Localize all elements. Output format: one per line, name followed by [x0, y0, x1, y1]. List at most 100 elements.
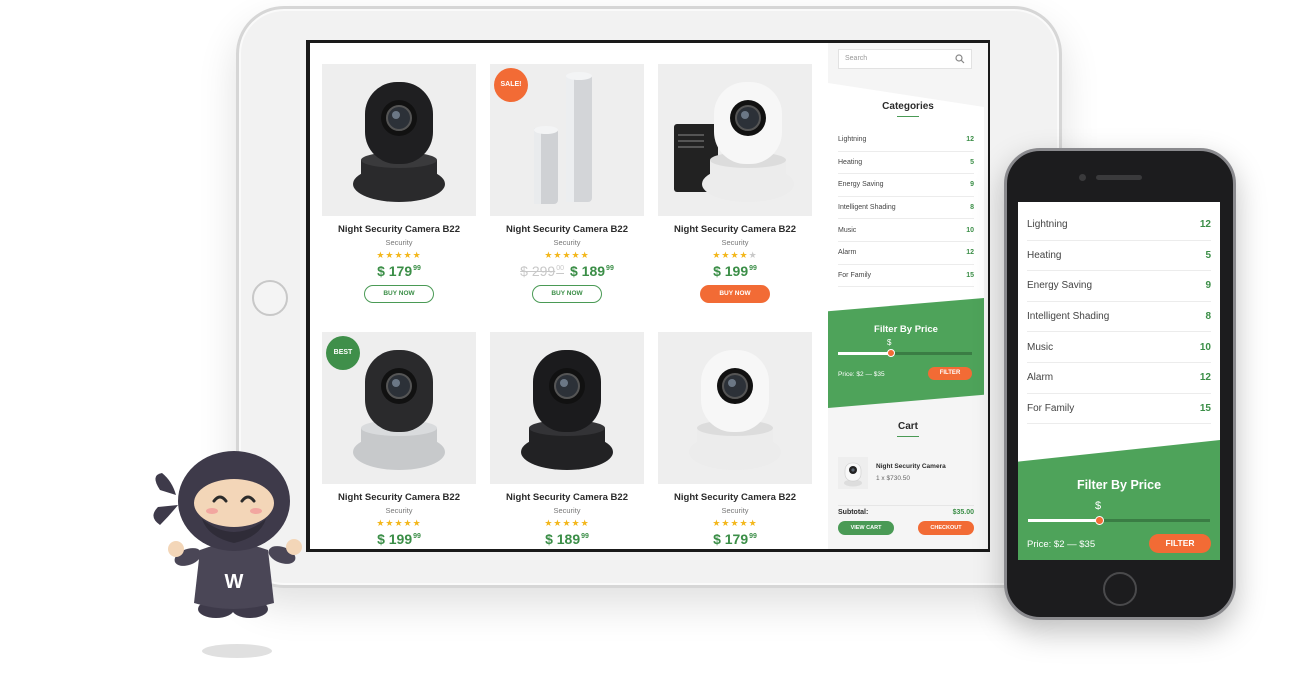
filter-button[interactable]: FILTER	[928, 367, 972, 380]
phone-speaker	[1096, 175, 1142, 180]
product-card[interactable]: Night Security Camera B22 Security ★★★★★ $ …	[322, 64, 476, 303]
product-price: $ 29900 $ 18999	[490, 263, 644, 279]
product-category: Security	[553, 238, 581, 247]
product-name[interactable]: Night Security Camera B22	[322, 492, 476, 503]
category-label[interactable]: Alarm	[838, 249, 856, 256]
category-item[interactable]: For Family 15	[838, 265, 974, 288]
phone-price-slider-fill	[1028, 519, 1098, 522]
cart-item-name[interactable]: Night Security Camera	[876, 463, 946, 470]
star-rating-icon: ★★★★★	[712, 250, 758, 260]
category-label[interactable]: Lightning	[838, 136, 866, 143]
product-image[interactable]	[322, 64, 476, 216]
price-cents: 99	[581, 533, 589, 540]
product-card[interactable]: BEST Night Security Camera B22 Security ★★★…	[322, 332, 476, 547]
cart-item-thumbnail	[838, 457, 868, 489]
camera-product-icon	[658, 64, 812, 216]
category-label[interactable]: For Family	[838, 272, 871, 279]
product-category: Security	[385, 238, 413, 247]
category-item[interactable]: Intelligent Shading 8	[1027, 302, 1211, 333]
category-count: 12	[1199, 219, 1211, 231]
price-currency: $	[887, 338, 892, 347]
category-count: 5	[1205, 249, 1211, 261]
view-cart-button[interactable]: VIEW CART	[838, 521, 894, 535]
product-name[interactable]: Night Security Camera B22	[322, 224, 476, 235]
price-cents: 99	[413, 265, 421, 272]
category-count: 12	[1199, 372, 1211, 384]
search-input[interactable]: Search	[838, 49, 972, 69]
phone-screen: Lightning 12 Heating 5 Energy Saving 9 Intelli…	[1018, 202, 1220, 560]
product-name[interactable]: Night Security Camera B22	[658, 224, 812, 235]
category-label[interactable]: Music	[838, 227, 856, 234]
sidebar: Search Categories Lightning 12 Heating 5 Ene…	[828, 43, 988, 549]
categories-title: Categories	[828, 101, 988, 117]
category-label[interactable]: For Family	[1027, 403, 1074, 414]
category-item[interactable]: Heating 5	[1027, 241, 1211, 272]
phone-price-range-label: Price: $2 — $35	[1027, 539, 1096, 550]
category-label[interactable]: Intelligent Shading	[1027, 311, 1109, 322]
category-item[interactable]: Heating 5	[838, 152, 974, 175]
mascot-letter: W	[225, 571, 244, 593]
product-card[interactable]: SALE! Night Security Camera B22 Security ★★…	[490, 64, 644, 303]
category-item[interactable]: Intelligent Shading 8	[838, 197, 974, 220]
product-name[interactable]: Night Security Camera B22	[490, 224, 644, 235]
category-count: 10	[966, 226, 974, 234]
checkout-button[interactable]: CHECKOUT	[918, 521, 974, 535]
category-label[interactable]: Lightning	[1027, 219, 1068, 230]
price-slider-fill	[838, 352, 890, 355]
phone-filter-title: Filter By Price	[1076, 478, 1162, 492]
star-rating-icon: ★★★★★	[544, 250, 590, 260]
category-label[interactable]: Energy Saving	[838, 181, 884, 188]
product-name[interactable]: Night Security Camera B22	[658, 492, 812, 503]
category-item[interactable]: Alarm 12	[1027, 363, 1211, 394]
price-range-label: Price: $2 — $35	[838, 371, 885, 378]
product-card[interactable]: Night Security Camera B22 Security ★★★★★ $ …	[658, 64, 812, 303]
category-item[interactable]: Energy Saving 9	[838, 174, 974, 197]
price-slider-handle[interactable]	[887, 349, 895, 357]
product-price: $ 18999	[490, 531, 644, 547]
phone-filter-button[interactable]: FILTER	[1149, 534, 1211, 553]
product-image[interactable]	[658, 64, 812, 216]
phone-price-slider-handle[interactable]	[1095, 516, 1104, 525]
subtotal-label: Subtotal:	[838, 509, 869, 516]
product-image[interactable]	[490, 332, 644, 484]
cart-item[interactable]: Night Security Camera 1 x $730.50	[838, 457, 974, 489]
category-label[interactable]: Heating	[838, 159, 862, 166]
cart-item-quantity: 1 x $730.50	[876, 475, 910, 482]
category-item[interactable]: Energy Saving 9	[1027, 271, 1211, 302]
phone-filter-panel: Filter By Price $ Price: $2 — $35 FILTER	[1018, 440, 1220, 560]
price-value: $ 189	[545, 531, 581, 547]
buy-now-button[interactable]: BUY NOW	[700, 285, 770, 303]
category-item[interactable]: Music 10	[838, 219, 974, 242]
category-item[interactable]: Lightning 12	[1027, 210, 1211, 241]
category-label[interactable]: Intelligent Shading	[838, 204, 896, 211]
category-item[interactable]: For Family 15	[1027, 394, 1211, 425]
category-item[interactable]: Lightning 12	[838, 129, 974, 152]
price-cents: 99	[749, 533, 757, 540]
buy-now-button[interactable]: BUY NOW	[364, 285, 434, 303]
product-card[interactable]: Night Security Camera B22 Security ★★★★★ $ …	[658, 332, 812, 547]
product-card[interactable]: Night Security Camera B22 Security ★★★★★ $ …	[490, 332, 644, 547]
camera-thumbnail-icon	[844, 462, 862, 487]
product-price: $ 19999	[322, 531, 476, 547]
star-rating-icon: ★★★★★	[712, 518, 758, 528]
category-count: 9	[1205, 280, 1211, 292]
category-label[interactable]: Alarm	[1027, 372, 1053, 383]
product-name[interactable]: Night Security Camera B22	[490, 492, 644, 503]
price-cents: 99	[749, 265, 757, 272]
category-label[interactable]: Heating	[1027, 250, 1061, 261]
search-icon[interactable]	[955, 54, 965, 64]
category-item[interactable]: Music 10	[1027, 332, 1211, 363]
category-item[interactable]: Alarm 12	[838, 242, 974, 265]
product-image[interactable]	[658, 332, 812, 484]
category-count: 12	[966, 249, 974, 257]
product-image[interactable]: BEST	[322, 332, 476, 484]
product-image[interactable]: SALE!	[490, 64, 644, 216]
category-label[interactable]: Energy Saving	[1027, 280, 1092, 291]
category-label[interactable]: Music	[1027, 342, 1053, 353]
buy-now-button[interactable]: BUY NOW	[532, 285, 602, 303]
category-count: 5	[970, 158, 974, 166]
ninja-mascot-icon: W	[153, 451, 302, 618]
price-value: $ 199	[377, 531, 413, 547]
product-category: Security	[553, 506, 581, 515]
category-count: 15	[1199, 402, 1211, 414]
